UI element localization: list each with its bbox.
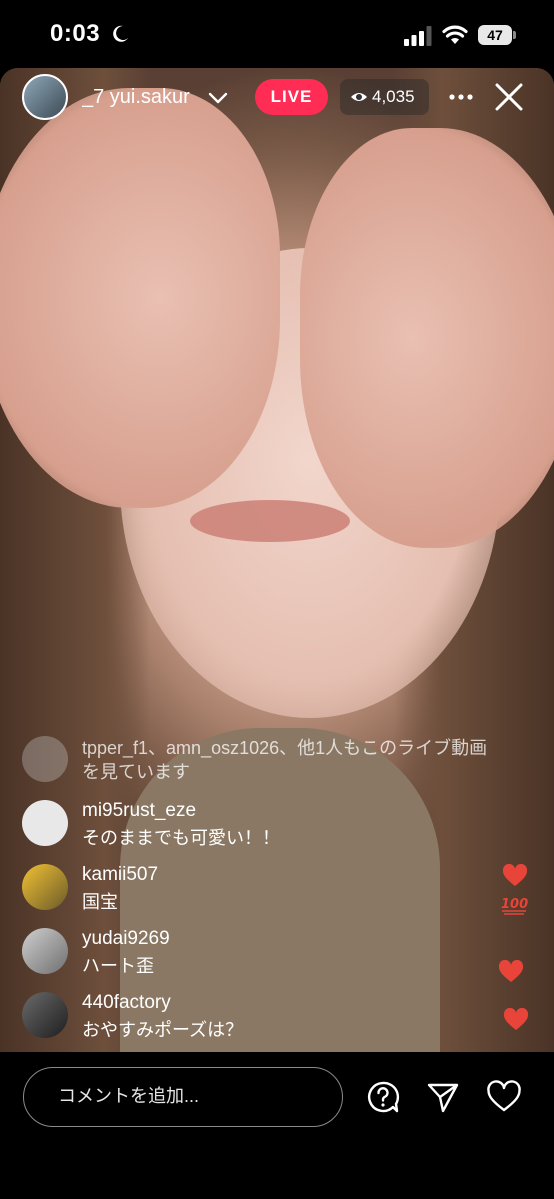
heart-icon	[498, 960, 524, 982]
viewer-avatar-group	[22, 736, 68, 782]
live-badge: LIVE	[255, 79, 328, 115]
avatar[interactable]	[22, 800, 68, 846]
comment-text: ハート歪	[82, 956, 154, 976]
host-avatar[interactable]	[22, 74, 68, 120]
heart-icon	[502, 864, 528, 886]
comment-input[interactable]: コメントを追加...	[23, 1067, 343, 1127]
live-header: _7 yui.sakur LIVE 4,035	[0, 68, 554, 138]
live-video[interactable]: _7 yui.sakur LIVE 4,035 tpper_f1、amn_osz…	[0, 68, 554, 1052]
send-icon[interactable]	[426, 1080, 460, 1114]
comment-username[interactable]: yudai9269	[82, 928, 170, 950]
hundred-points-icon: 100	[501, 897, 528, 915]
battery-level: 47	[478, 25, 512, 45]
comment-text: おやすみポーズは？	[82, 1020, 244, 1040]
svg-text:100: 100	[501, 897, 528, 912]
battery-indicator: 47	[478, 25, 516, 45]
host-username[interactable]: _7 yui.sakur	[82, 86, 202, 109]
comment-text: 国宝	[82, 892, 118, 912]
wifi-icon	[442, 25, 468, 44]
comment-username[interactable]: 440factory	[82, 992, 171, 1014]
avatar[interactable]	[22, 928, 68, 974]
viewer-count-value: 4,035	[372, 87, 415, 106]
status-bar: 0:03 47	[0, 0, 554, 68]
comment-username[interactable]: kamii507	[82, 864, 158, 886]
heart-icon[interactable]	[486, 1080, 522, 1114]
close-icon[interactable]	[494, 82, 524, 112]
signal-icon	[404, 26, 432, 46]
question-icon[interactable]	[366, 1080, 400, 1114]
avatar[interactable]	[22, 992, 68, 1038]
comment-username[interactable]: mi95rust_eze	[82, 800, 196, 822]
more-options-icon[interactable]	[448, 88, 474, 106]
comment-text: そのままでも可愛い！！	[82, 828, 280, 848]
chevron-down-icon[interactable]	[206, 88, 230, 108]
status-time: 0:03	[50, 20, 101, 47]
eye-icon	[351, 93, 367, 101]
heart-icon	[503, 1008, 529, 1030]
moon-icon	[113, 25, 128, 42]
bottom-bar: コメントを追加...	[0, 1052, 554, 1199]
viewer-count[interactable]: 4,035	[340, 79, 429, 115]
viewers-joined-message: tpper_f1、amn_osz1026、他1人もこのライブ動画を見ています	[82, 738, 488, 782]
avatar[interactable]	[22, 864, 68, 910]
